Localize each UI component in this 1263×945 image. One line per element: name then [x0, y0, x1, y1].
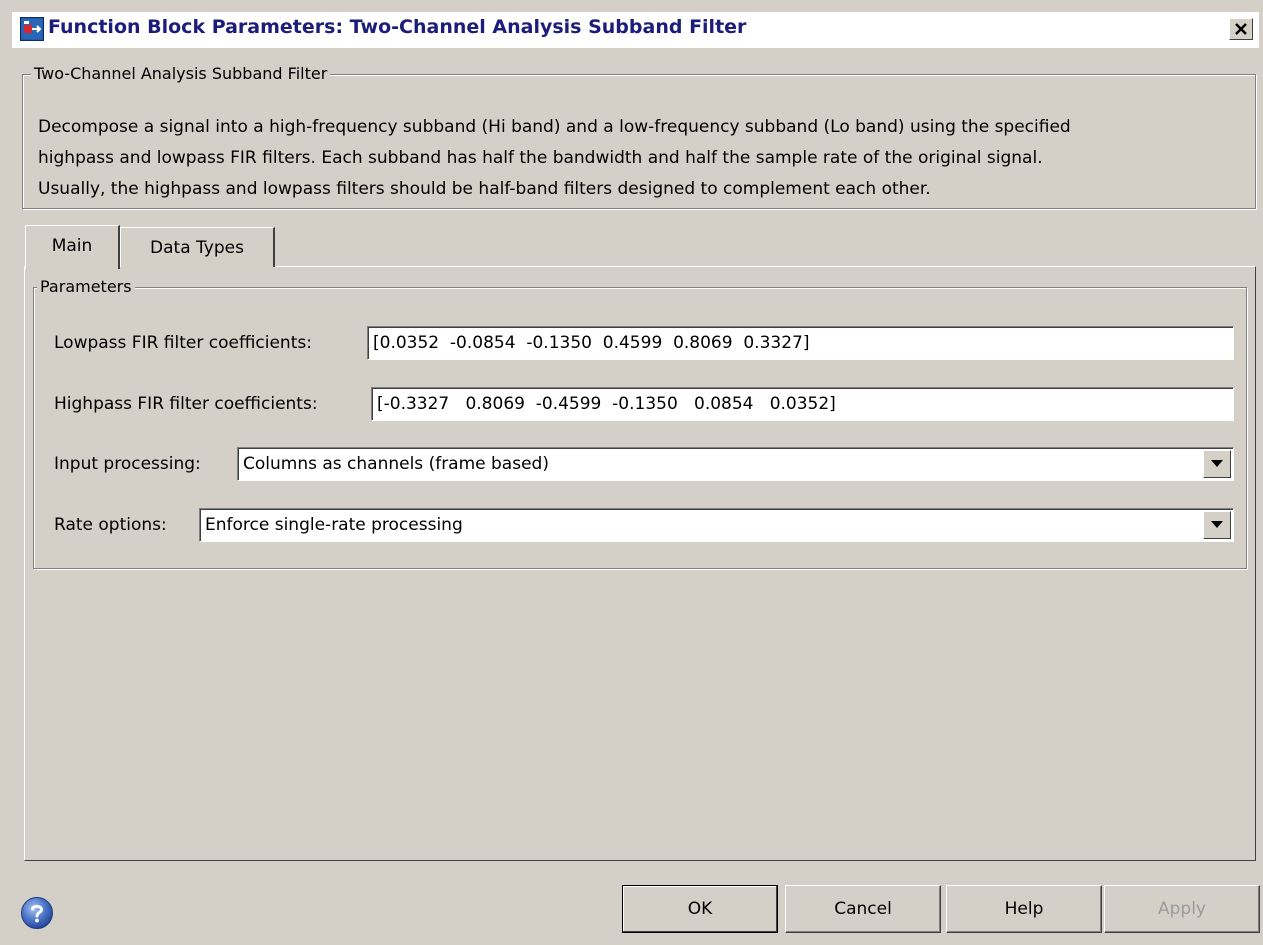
- rate-options-label: Rate options:: [54, 515, 167, 535]
- apply-button[interactable]: Apply: [1104, 885, 1260, 933]
- highpass-row: Highpass FIR filter coefficients: [-0.33…: [54, 387, 1234, 421]
- lowpass-row: Lowpass FIR filter coefficients: [0.0352…: [54, 326, 1234, 360]
- input-processing-dropdown[interactable]: Columns as channels (frame based): [237, 447, 1234, 481]
- dialog-window: Function Block Parameters: Two-Channel A…: [0, 0, 1263, 945]
- description-group: Two-Channel Analysis Subband Filter Deco…: [22, 64, 1256, 209]
- rate-options-row: Rate options: Enforce single-rate proces…: [54, 508, 1234, 542]
- tab-main[interactable]: Main: [25, 225, 120, 269]
- window-title: Function Block Parameters: Two-Channel A…: [48, 16, 747, 38]
- parameters-group: Parameters Lowpass FIR filter coefficien…: [33, 277, 1247, 569]
- input-processing-row: Input processing: Columns as channels (f…: [54, 447, 1234, 481]
- block-description: Decompose a signal into a high-frequency…: [38, 117, 1071, 199]
- tab-panel-main: Parameters Lowpass FIR filter coefficien…: [24, 266, 1256, 861]
- lowpass-label: Lowpass FIR filter coefficients:: [54, 333, 312, 353]
- rate-options-dropdown[interactable]: Enforce single-rate processing: [199, 508, 1234, 542]
- highpass-label: Highpass FIR filter coefficients:: [54, 394, 318, 414]
- title-bar[interactable]: Function Block Parameters: Two-Channel A…: [12, 12, 1259, 48]
- lowpass-coefficients-field[interactable]: [0.0352 -0.0854 -0.1350 0.4599 0.8069 0.…: [367, 326, 1234, 360]
- ok-button[interactable]: OK: [622, 885, 778, 933]
- highpass-coefficients-field[interactable]: [-0.3327 0.8069 -0.4599 -0.1350 0.0854 0…: [371, 387, 1234, 421]
- cancel-button[interactable]: Cancel: [785, 885, 941, 933]
- chevron-down-icon: [1211, 521, 1223, 528]
- help-button[interactable]: Help: [946, 885, 1102, 933]
- rate-options-dropdown-button[interactable]: [1203, 511, 1231, 539]
- input-processing-value: Columns as channels (frame based): [243, 454, 549, 474]
- tab-data-types[interactable]: Data Types: [120, 227, 275, 267]
- simulink-block-icon: [20, 17, 44, 41]
- rate-options-value: Enforce single-rate processing: [205, 515, 463, 535]
- help-circle-icon[interactable]: [20, 896, 54, 930]
- close-icon: [1235, 23, 1247, 35]
- chevron-down-icon: [1211, 460, 1223, 467]
- close-button[interactable]: [1229, 18, 1253, 40]
- input-processing-label: Input processing:: [54, 454, 201, 474]
- description-group-title: Two-Channel Analysis Subband Filter: [31, 64, 331, 83]
- input-processing-dropdown-button[interactable]: [1203, 450, 1231, 478]
- parameters-group-title: Parameters: [37, 277, 135, 296]
